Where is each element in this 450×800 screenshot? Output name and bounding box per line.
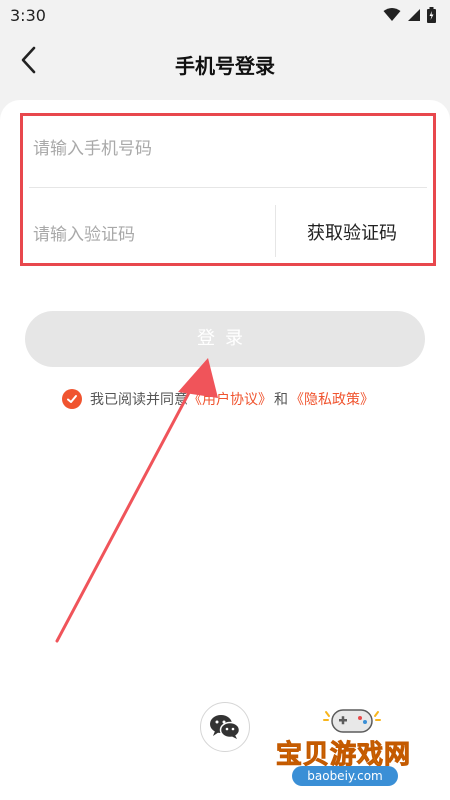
login-button[interactable]: 登录 — [25, 311, 425, 367]
agreement-text: 我已阅读并同意 — [90, 392, 188, 408]
agreement-row: 我已阅读并同意 《用户协议》 和 《隐私政策》 — [62, 388, 374, 410]
code-input-row: 请输入验证码 获取验证码 — [23, 188, 433, 263]
page-title: 手机号登录 — [175, 54, 275, 78]
phone-input-row: 请输入手机号码 — [23, 116, 433, 188]
status-bar: 3:30 — [0, 0, 450, 30]
privacy-policy-link[interactable]: 《隐私政策》 — [290, 389, 374, 409]
battery-icon — [427, 7, 436, 23]
wechat-login-button[interactable] — [200, 702, 250, 752]
verification-code-input[interactable]: 请输入验证码 — [33, 220, 135, 245]
signal-icon — [408, 9, 420, 21]
wifi-icon — [383, 8, 401, 21]
status-time: 3:30 — [10, 6, 46, 25]
agreement-checkbox[interactable] — [62, 389, 82, 409]
phone-input[interactable]: 请输入手机号码 — [33, 134, 152, 159]
divider — [275, 205, 276, 257]
gamepad-icon — [323, 709, 381, 733]
get-code-button[interactable]: 获取验证码 — [307, 219, 397, 245]
login-screen: 3:30 手机号登录 请输入手机号码 请输入验证码 获取验证码 登录 我已阅读并… — [0, 0, 450, 800]
agreement-conjunction: 和 — [274, 392, 288, 408]
login-form: 请输入手机号码 请输入验证码 获取验证码 — [20, 113, 436, 266]
watermark-url: baobeiy.com — [292, 766, 398, 786]
wechat-icon — [210, 715, 241, 739]
user-agreement-link[interactable]: 《用户协议》 — [188, 389, 272, 409]
watermark: 宝贝游戏网 baobeiy.com — [270, 704, 435, 794]
status-icons — [383, 7, 436, 23]
check-icon — [67, 395, 77, 403]
